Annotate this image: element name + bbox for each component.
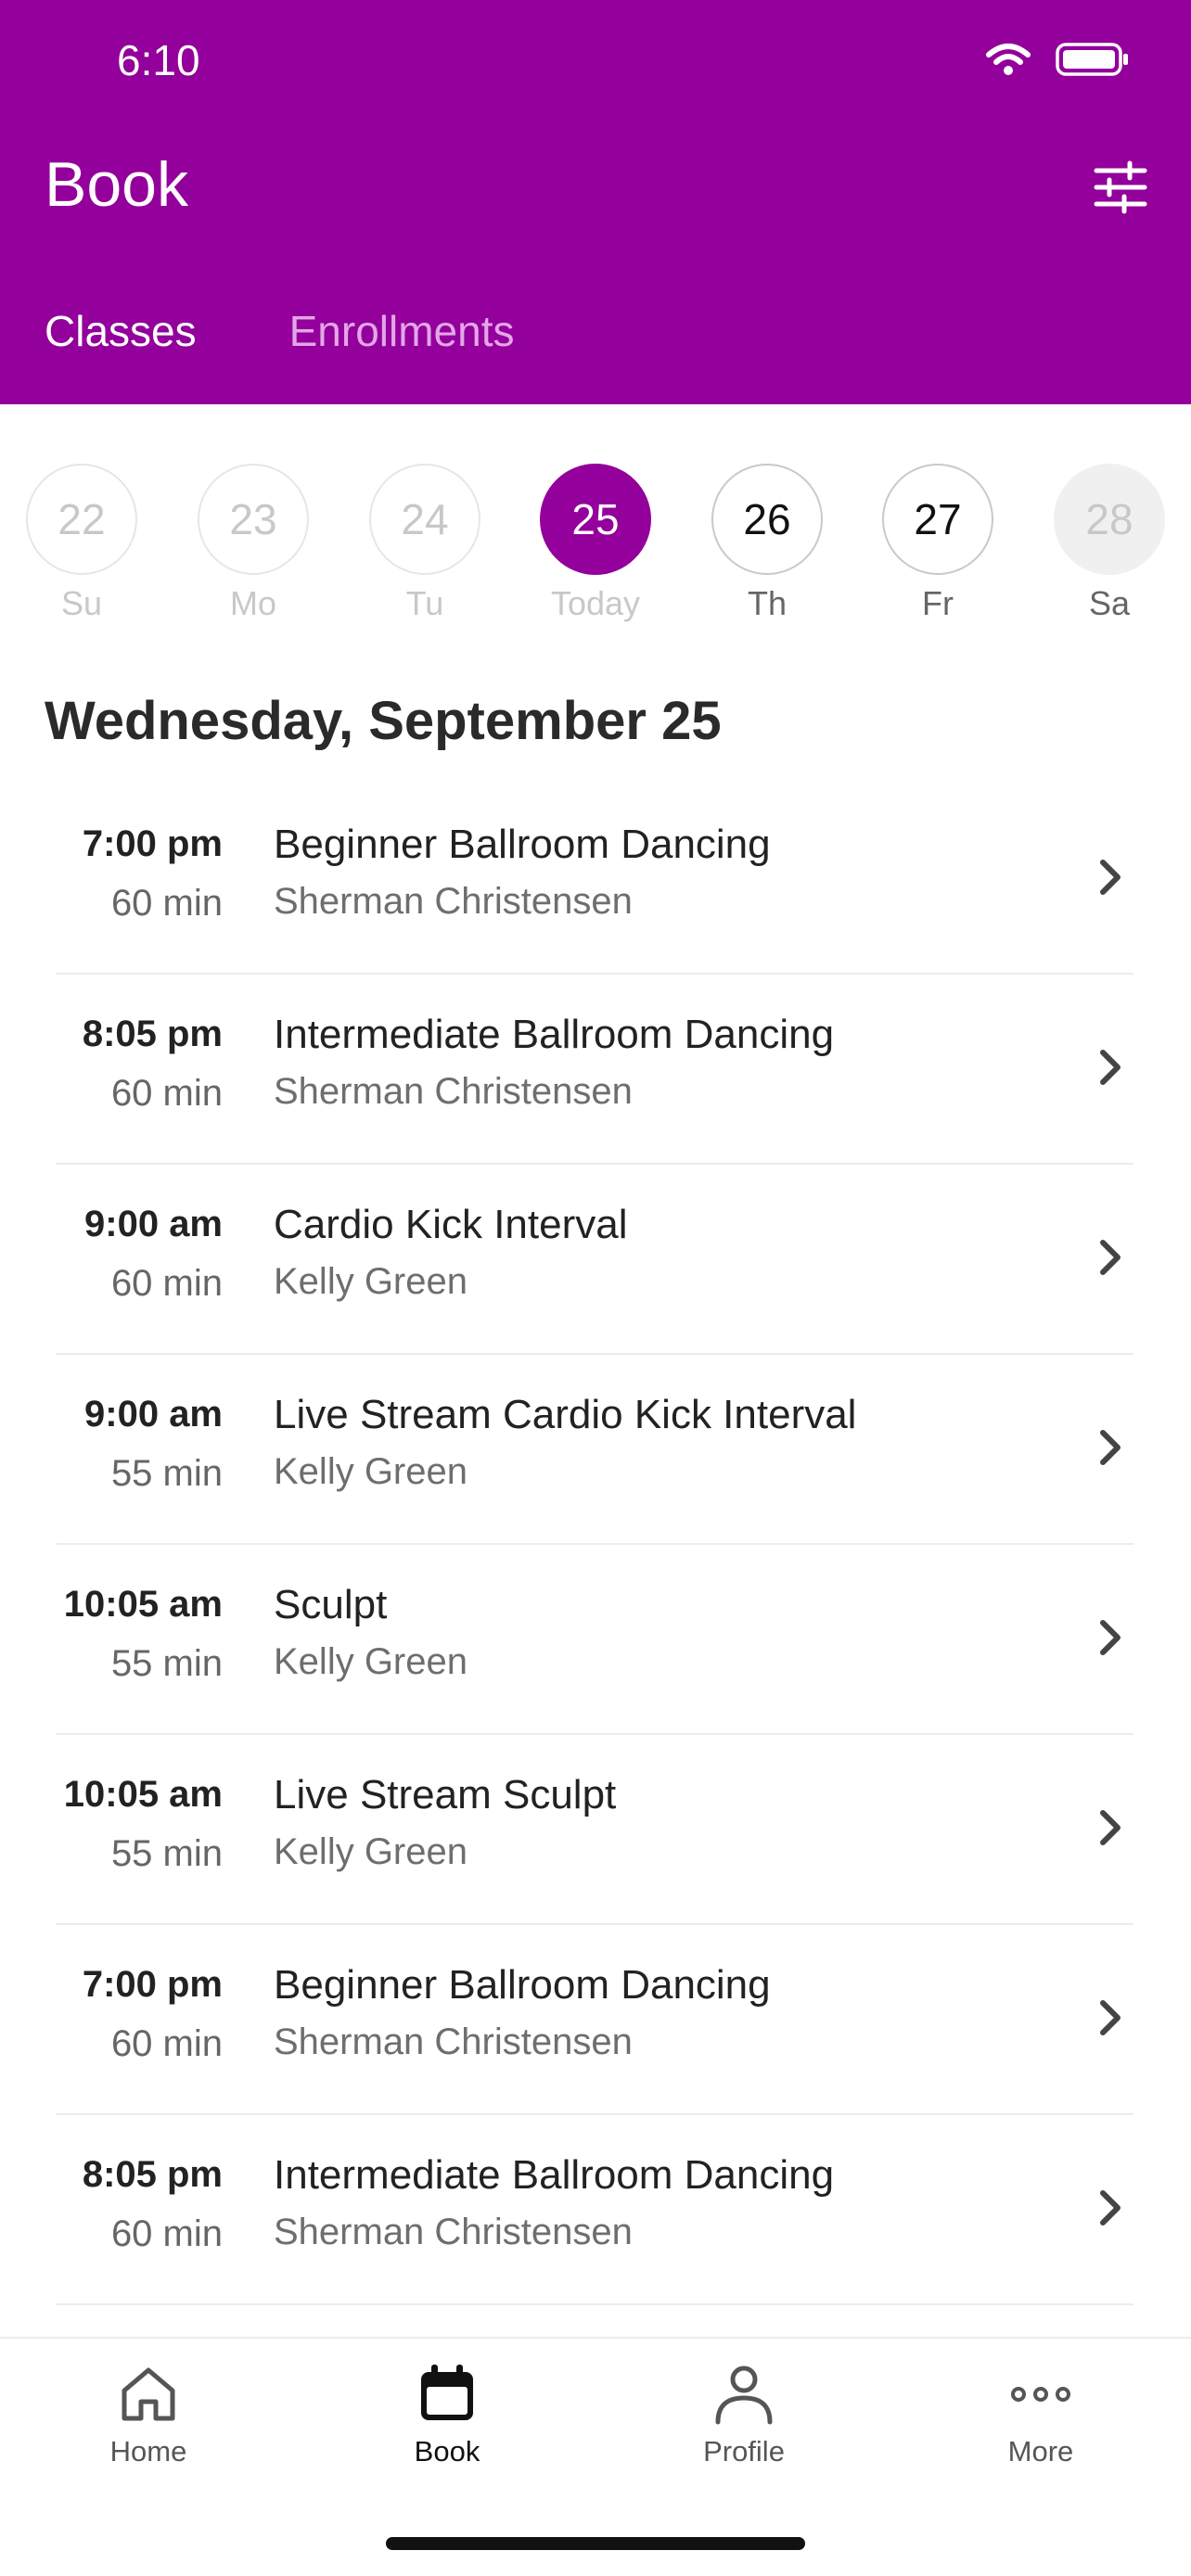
class-instructor: Kelly Green xyxy=(274,1831,467,1872)
class-instructor: Kelly Green xyxy=(274,1641,467,1682)
date-strip: 22 Su 23 Mo 24 Tu 25 Today 26 Th 27 Fr 2… xyxy=(0,464,1191,631)
class-time: 8:05 pm xyxy=(82,2154,223,2195)
nav-home[interactable]: Home xyxy=(56,2361,241,2468)
person-icon xyxy=(715,2366,773,2425)
date-number: 28 xyxy=(1054,464,1165,575)
nav-label: Profile xyxy=(703,2435,785,2468)
class-time: 9:00 am xyxy=(84,1204,223,1244)
status-icons xyxy=(985,41,1130,78)
class-row[interactable]: 9:00 am 55 min Live Stream Cardio Kick I… xyxy=(0,1355,1191,1545)
date-item-25-selected[interactable]: 25 Today xyxy=(538,464,653,623)
chevron-right-icon xyxy=(1100,1430,1121,1465)
date-weekday: Tu xyxy=(405,584,444,622)
status-time: 6:10 xyxy=(117,36,200,84)
class-title: Beginner Ballroom Dancing xyxy=(274,1962,771,2008)
class-title: Live Stream Cardio Kick Interval xyxy=(274,1392,857,1437)
calendar-icon xyxy=(421,2365,473,2420)
class-row[interactable]: 10:05 am 55 min Live Stream Sculpt Kelly… xyxy=(0,1735,1191,1925)
date-weekday: Th xyxy=(747,584,787,622)
date-item-24[interactable]: 24 Tu xyxy=(367,464,482,623)
nav-label: Book xyxy=(414,2435,480,2468)
date-weekday: Su xyxy=(60,584,103,622)
date-item-26[interactable]: 26 Th xyxy=(710,464,825,623)
date-number: 23 xyxy=(198,464,309,575)
class-time: 10:05 am xyxy=(63,1774,223,1815)
class-title: Intermediate Ballroom Dancing xyxy=(274,1012,835,1057)
class-title: Beginner Ballroom Dancing xyxy=(274,822,771,867)
chevron-right-icon xyxy=(1100,2000,1121,2035)
class-duration: 60 min xyxy=(110,2023,223,2064)
day-heading: Wednesday, September 25 xyxy=(45,691,722,751)
class-title: Cardio Kick Interval xyxy=(274,1202,628,1247)
class-instructor: Kelly Green xyxy=(274,1451,467,1492)
class-row[interactable]: 7:00 pm 60 min Beginner Ballroom Dancing… xyxy=(0,784,1191,975)
class-row[interactable]: 10:05 am 55 min Sculpt Kelly Green xyxy=(0,1545,1191,1735)
battery-icon xyxy=(1056,43,1128,76)
date-item-28: 28 Sa xyxy=(1052,464,1167,623)
sliders-icon[interactable] xyxy=(1093,159,1148,215)
chevron-right-icon xyxy=(1100,1050,1121,1085)
class-duration: 60 min xyxy=(110,883,223,924)
class-time: 9:00 am xyxy=(84,1394,223,1435)
page-title: Book xyxy=(45,149,188,220)
class-title: Sculpt xyxy=(274,1582,388,1627)
date-number: 25 xyxy=(540,464,651,575)
date-weekday: Sa xyxy=(1088,584,1131,622)
class-duration: 60 min xyxy=(110,1263,223,1304)
wifi-icon xyxy=(986,44,1031,75)
date-weekday: Mo xyxy=(229,584,276,622)
class-time: 7:00 pm xyxy=(82,823,223,864)
nav-book[interactable]: Book xyxy=(354,2361,540,2468)
tab-enrollments[interactable]: Enrollments xyxy=(289,306,515,356)
nav-label: Home xyxy=(109,2435,187,2468)
tab-bar: Classes Enrollments xyxy=(45,306,514,356)
class-duration: 60 min xyxy=(110,2213,223,2254)
chevron-right-icon xyxy=(1100,1620,1121,1655)
date-number: 24 xyxy=(369,464,480,575)
class-duration: 55 min xyxy=(110,1453,223,1494)
nav-profile[interactable]: Profile xyxy=(651,2361,837,2468)
class-instructor: Kelly Green xyxy=(274,1261,467,1302)
class-instructor: Sherman Christensen xyxy=(274,2212,633,2252)
class-duration: 55 min xyxy=(110,1643,223,1684)
nav-label: More xyxy=(1007,2435,1074,2468)
chevron-right-icon xyxy=(1100,1810,1121,1845)
date-weekday: Today xyxy=(550,584,641,622)
class-row[interactable]: 7:00 pm 60 min Beginner Ballroom Dancing… xyxy=(0,1925,1191,2115)
chevron-right-icon xyxy=(1100,860,1121,895)
class-time: 10:05 am xyxy=(63,1584,223,1625)
class-row[interactable]: 9:00 am 60 min Cardio Kick Interval Kell… xyxy=(0,1165,1191,1355)
app-header: 6:10 Book Classes Enrollments xyxy=(0,0,1191,404)
class-title: Live Stream Sculpt xyxy=(274,1772,617,1817)
class-list: 7:00 pm 60 min Beginner Ballroom Dancing… xyxy=(0,784,1191,2305)
class-duration: 60 min xyxy=(110,1073,223,1114)
class-duration: 55 min xyxy=(110,1833,223,1874)
date-item-23[interactable]: 23 Mo xyxy=(196,464,311,623)
class-instructor: Sherman Christensen xyxy=(274,2021,633,2062)
class-title: Intermediate Ballroom Dancing xyxy=(274,2152,835,2198)
app-screen: 6:10 Book Classes Enrollments 22 Su 23 M… xyxy=(0,0,1191,2576)
date-number: 22 xyxy=(26,464,137,575)
class-time: 7:00 pm xyxy=(82,1964,223,2005)
class-instructor: Sherman Christensen xyxy=(274,881,633,922)
nav-more[interactable]: More xyxy=(948,2361,1133,2468)
class-row[interactable]: 8:05 pm 60 min Intermediate Ballroom Dan… xyxy=(0,975,1191,1165)
tab-classes[interactable]: Classes xyxy=(45,306,197,356)
class-time: 8:05 pm xyxy=(82,1014,223,1054)
class-instructor: Sherman Christensen xyxy=(274,1071,633,1112)
date-item-27[interactable]: 27 Fr xyxy=(880,464,995,623)
home-indicator xyxy=(386,2537,805,2550)
home-icon xyxy=(122,2367,175,2421)
chevron-right-icon xyxy=(1100,2190,1121,2225)
date-number: 27 xyxy=(882,464,993,575)
date-weekday: Fr xyxy=(922,584,954,622)
date-item-22[interactable]: 22 Su xyxy=(24,464,139,623)
more-icon xyxy=(1011,2387,1070,2402)
class-row[interactable]: 8:05 pm 60 min Intermediate Ballroom Dan… xyxy=(0,2115,1191,2305)
chevron-right-icon xyxy=(1100,1240,1121,1275)
date-number: 26 xyxy=(711,464,823,575)
